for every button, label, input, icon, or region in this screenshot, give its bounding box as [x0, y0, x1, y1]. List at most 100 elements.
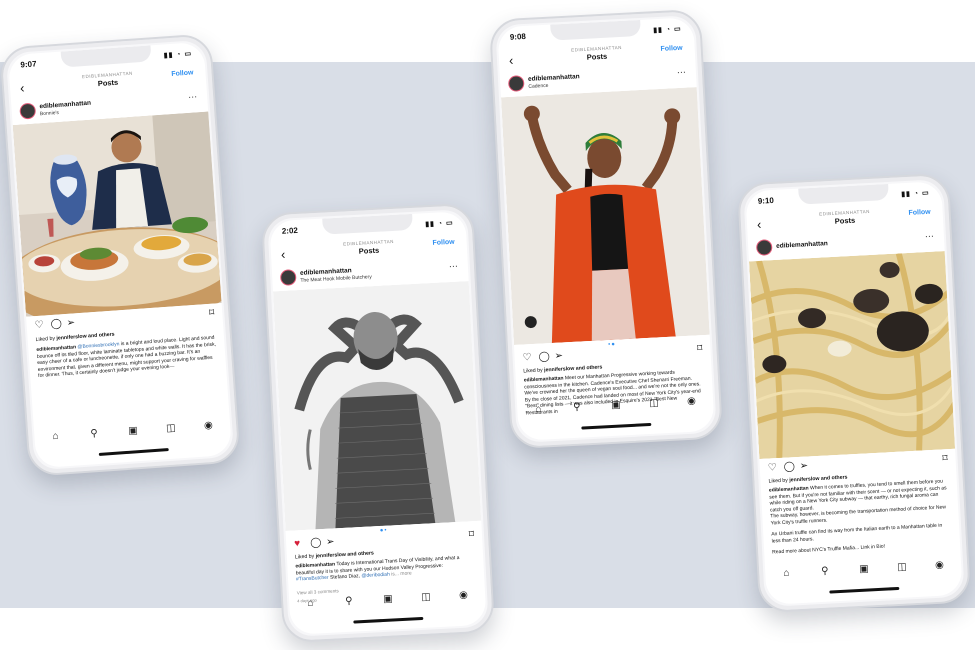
tab-bar: ⌂ ⚲ ▣ ◫ ◉ [34, 419, 231, 449]
comment-icon[interactable]: ◯ [50, 318, 62, 330]
more-icon[interactable]: ··· [188, 91, 198, 102]
shop-icon[interactable]: ◫ [897, 561, 907, 572]
share-icon[interactable]: ➢ [799, 461, 808, 472]
phone-screen: 9:10 ▮▮ ◔ ▭ ‹ EDIBLEMANHATTAN Posts Foll… [745, 181, 963, 605]
search-icon[interactable]: ⚲ [345, 596, 353, 607]
post-photo [12, 111, 222, 317]
home-icon[interactable]: ⌂ [52, 431, 59, 442]
avatar[interactable] [19, 102, 37, 120]
liked-by-text: Liked by [294, 553, 315, 561]
liked-by-text: Liked by [35, 335, 56, 344]
shop-icon[interactable]: ◫ [649, 397, 659, 408]
liked-by-others[interactable]: and others [88, 332, 115, 340]
post-location[interactable]: Cadence [528, 83, 548, 90]
home-icon[interactable]: ⌂ [783, 568, 790, 579]
caption-tail: Stefano Diaz, [329, 573, 361, 581]
caption-mention[interactable]: @deribodiah [361, 572, 390, 579]
home-icon[interactable]: ⌂ [535, 404, 542, 415]
liked-by-others[interactable]: and others [821, 474, 848, 481]
phone-post-truffles: 9:10 ▮▮ ◔ ▭ ‹ EDIBLEMANHATTAN Posts Foll… [736, 172, 972, 614]
search-icon[interactable]: ⚲ [821, 566, 829, 577]
profile-icon[interactable]: ◉ [935, 560, 944, 571]
reels-icon[interactable]: ▣ [859, 563, 869, 574]
follow-button[interactable]: Follow [660, 45, 683, 53]
comment-icon[interactable]: ◯ [538, 351, 550, 363]
home-indicator [829, 586, 900, 594]
liked-by-others[interactable]: and others [347, 550, 374, 557]
post-username[interactable]: ediblemanhattan [776, 240, 828, 250]
share-icon[interactable]: ➢ [554, 350, 563, 361]
status-time: 9:07 [20, 59, 37, 70]
caption-more[interactable]: is... more [391, 571, 412, 578]
profile-icon[interactable]: ◉ [204, 420, 213, 432]
status-time: 9:10 [757, 195, 775, 206]
photo-butcher-portrait [272, 281, 482, 531]
profile-icon[interactable]: ◉ [459, 590, 468, 601]
share-icon[interactable]: ➢ [66, 317, 75, 329]
heart-icon[interactable]: ♡ [522, 352, 532, 363]
bookmark-icon[interactable]: ⌑ [469, 529, 475, 540]
photo-restaurant-table [12, 111, 222, 317]
photo-truffle-pasta [748, 251, 956, 460]
signal-wifi-battery-icon: ▮▮ ◔ ▭ [163, 50, 193, 60]
caption-text: is a bright and loud place. Light and so… [36, 334, 217, 380]
more-icon[interactable]: ··· [677, 67, 687, 77]
more-icon[interactable]: ··· [925, 231, 935, 241]
liked-by-text: Liked by [768, 477, 788, 485]
status-time: 2:02 [281, 225, 299, 236]
heart-icon[interactable]: ♡ [768, 462, 778, 473]
home-indicator [581, 422, 652, 430]
comment-icon[interactable]: ◯ [784, 461, 796, 473]
signal-wifi-battery-icon: ▮▮ ◔ ▭ [653, 25, 682, 35]
liked-by-user[interactable]: jenniferslow [316, 552, 347, 560]
shop-icon[interactable]: ◫ [166, 423, 176, 435]
status-time: 9:08 [509, 31, 527, 42]
profile-icon[interactable]: ◉ [687, 396, 696, 407]
phone-screen: 9:07 ▮▮ ◔ ▭ ‹ EDIBLEMANHATTAN Posts Foll… [7, 41, 233, 469]
post-username[interactable]: ediblemanhattan [39, 100, 91, 111]
avatar[interactable] [507, 75, 525, 92]
signal-wifi-battery-icon: ▮▮ ◔ ▭ [425, 219, 454, 229]
photo-chef-celebrating [500, 87, 710, 345]
more-icon[interactable]: ··· [449, 261, 459, 271]
tab-bar: ⌂ ⚲ ▣ ◫ ◉ [765, 559, 962, 585]
follow-button[interactable]: Follow [432, 239, 455, 247]
search-icon[interactable]: ⚲ [90, 428, 98, 439]
phone-screen: 2:02 ▮▮ ◔ ▭ ‹ EDIBLEMANHATTAN Posts Foll… [269, 211, 487, 635]
post-username[interactable]: ediblemanhattan [528, 73, 580, 83]
reels-icon[interactable]: ▣ [383, 593, 393, 604]
reels-icon[interactable]: ▣ [611, 399, 621, 410]
liked-by-user[interactable]: jenniferslow [789, 476, 820, 484]
shop-icon[interactable]: ◫ [421, 591, 431, 602]
liked-by-text: Liked by [523, 367, 543, 375]
view-comments[interactable]: View all 3 comments [297, 588, 339, 595]
home-icon[interactable]: ⌂ [307, 598, 314, 609]
phone-post-cadence: 9:08 ▮▮ ◔ ▭ ‹ EDIBLEMANHATTAN Posts Foll… [488, 8, 724, 450]
post-location[interactable]: Bonnie's [40, 110, 59, 117]
reels-icon[interactable]: ▣ [128, 425, 138, 437]
share-icon[interactable]: ➢ [326, 536, 335, 547]
heart-icon[interactable]: ♥ [294, 538, 301, 549]
caption-hashtag[interactable]: #TransButcher [296, 575, 329, 583]
avatar[interactable] [279, 269, 297, 286]
post-photo [500, 87, 710, 345]
heart-icon[interactable]: ♡ [34, 320, 44, 332]
bookmark-icon[interactable]: ⌑ [697, 343, 703, 354]
liked-by-others[interactable]: and others [576, 364, 603, 371]
post-caption: ediblemanhattan @Bonniesbrooklyn is a br… [36, 335, 218, 380]
home-indicator [353, 616, 424, 624]
post-photo [748, 251, 956, 460]
comment-icon[interactable]: ◯ [310, 537, 322, 549]
search-icon[interactable]: ⚲ [573, 402, 581, 413]
phone-post-bonnies: 9:07 ▮▮ ◔ ▭ ‹ EDIBLEMANHATTAN Posts Foll… [0, 33, 241, 477]
bookmark-icon[interactable]: ⌑ [209, 308, 215, 319]
liked-by-user[interactable]: jenniferslow [544, 366, 575, 374]
home-indicator [98, 448, 169, 456]
post-photo [272, 281, 482, 531]
liked-by-user[interactable]: jenniferslow [56, 334, 87, 342]
bookmark-icon[interactable]: ⌑ [942, 453, 948, 464]
signal-wifi-battery-icon: ▮▮ ◔ ▭ [901, 189, 930, 199]
avatar[interactable] [755, 239, 773, 256]
phone-screen: 9:08 ▮▮ ◔ ▭ ‹ EDIBLEMANHATTAN Posts Foll… [497, 17, 715, 441]
follow-button[interactable]: Follow [908, 209, 931, 217]
